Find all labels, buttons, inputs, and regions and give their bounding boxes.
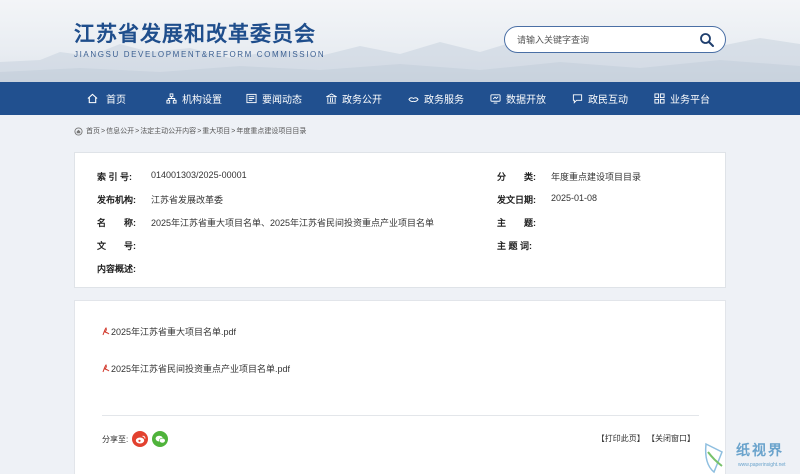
nav-item-platform[interactable]: 业务平台 [654, 82, 710, 115]
nav-label: 首页 [106, 95, 126, 106]
meta-issuer-value: 江苏省发展改革委 [151, 195, 224, 205]
nav-label: 业务平台 [670, 95, 710, 106]
meta-index-label: 索 引 号: [97, 172, 132, 182]
breadcrumb-item-info[interactable]: 信息公开 [106, 126, 134, 136]
breadcrumb-item-statutory[interactable]: 法定主动公开内容 [140, 126, 196, 136]
meta-issuer-label: 发布机构: [97, 195, 136, 205]
meta-name-value: 2025年江苏省重大项目名单、2025年江苏省民间投资重点产业项目名单 [151, 218, 435, 228]
share-bar: 分享至: [102, 431, 169, 447]
grid-icon [654, 93, 665, 104]
service-icon [408, 97, 419, 102]
nav-item-services[interactable]: 政务服务 [408, 82, 464, 115]
print-page-link[interactable]: 【打印此页】 [597, 434, 645, 443]
nav-item-open-data[interactable]: 数据开放 [490, 82, 546, 115]
meta-category-label: 分 类: [497, 172, 536, 182]
document-meta-panel: 索 引 号: 014001303/2025-00001 分 类: 年度重点建设项… [74, 152, 726, 288]
meta-keywords-row: 主 题 词: [497, 239, 551, 252]
meta-keywords-label: 主 题 词: [497, 241, 532, 251]
meta-summary-row: 内容概述: [97, 262, 151, 275]
meta-subject-row: 主 题: [497, 216, 551, 229]
meta-name-row: 名 称: 2025年江苏省重大项目名单、2025年江苏省民间投资重点产业项目名单 [97, 216, 434, 229]
meta-category-row: 分 类: 年度重点建设项目目录 [497, 170, 641, 183]
breadcrumb-item-projects[interactable]: 重大项目 [202, 126, 230, 136]
search-input[interactable] [517, 32, 687, 48]
meta-date-row: 发文日期: 2025-01-08 [497, 193, 597, 206]
news-icon [246, 93, 257, 104]
attachment-link[interactable]: 2025年江苏省民间投资重点产业项目名单.pdf [102, 362, 290, 375]
breadcrumb: 首页 > 信息公开 > 法定主动公开内容 > 重大项目 > 年度重点建设项目目录 [74, 126, 306, 136]
weibo-icon[interactable] [132, 431, 149, 447]
data-icon [490, 94, 501, 104]
pdf-icon [102, 327, 110, 336]
breadcrumb-item-current[interactable]: 年度重点建设项目目录 [236, 126, 306, 136]
meta-issuer-row: 发布机构: 江苏省发展改革委 [97, 193, 223, 206]
meta-name-label: 名 称: [97, 218, 136, 228]
site-subtitle: JIANGSU DEVELOPMENT&REFORM COMMISSION [74, 50, 326, 59]
site-title[interactable]: 江苏省发展和改革委员会 [74, 18, 316, 48]
nav-item-org[interactable]: 机构设置 [166, 82, 222, 115]
nav-label: 机构设置 [182, 95, 222, 106]
nav-label: 政务服务 [424, 95, 464, 106]
meta-subject-label: 主 题: [497, 218, 536, 228]
meta-docno-label: 文 号: [97, 241, 136, 251]
nav-item-news[interactable]: 要闻动态 [246, 82, 302, 115]
nav-label: 政务公开 [342, 95, 382, 106]
watermark-text: 纸视界 [736, 443, 784, 459]
home-icon [87, 93, 98, 104]
nav-label: 政民互动 [588, 95, 628, 106]
search-box [504, 26, 726, 53]
attachments-panel: 2025年江苏省重大项目名单.pdf 2025年江苏省民间投资重点产业项目名单.… [74, 300, 726, 474]
watermark-url: www.paperinsight.net [738, 462, 786, 468]
search-icon[interactable] [699, 32, 715, 48]
building-icon [326, 93, 337, 104]
page-actions: 【打印此页】 【关闭窗口】 [597, 433, 695, 444]
nav-item-interaction[interactable]: 政民互动 [572, 82, 628, 115]
pdf-icon [102, 364, 110, 373]
attachment-link[interactable]: 2025年江苏省重大项目名单.pdf [102, 325, 236, 338]
meta-date-label: 发文日期: [497, 195, 536, 205]
meta-date-value: 2025-01-08 [551, 193, 598, 203]
location-icon [74, 126, 83, 136]
meta-index-row: 索 引 号: 014001303/2025-00001 [97, 170, 247, 183]
meta-category-value: 年度重点建设项目目录 [551, 172, 642, 182]
attachment-name: 2025年江苏省民间投资重点产业项目名单.pdf [111, 364, 291, 374]
chat-icon [572, 94, 583, 104]
wechat-icon[interactable] [152, 431, 169, 447]
nav-item-home[interactable]: 首页 [87, 82, 126, 115]
meta-docno-row: 文 号: [97, 239, 151, 252]
nav-label: 数据开放 [506, 95, 546, 106]
nav-item-gov-affairs[interactable]: 政务公开 [326, 82, 382, 115]
breadcrumb-item-home[interactable]: 首页 [86, 126, 100, 136]
close-window-link[interactable]: 【关闭窗口】 [647, 434, 695, 443]
share-label: 分享至: [102, 434, 129, 444]
attachment-name: 2025年江苏省重大项目名单.pdf [111, 327, 237, 337]
meta-summary-label: 内容概述: [97, 264, 136, 274]
meta-index-value: 014001303/2025-00001 [151, 170, 247, 180]
site-header: 江苏省发展和改革委员会 JIANGSU DEVELOPMENT&REFORM C… [0, 0, 800, 82]
org-icon [166, 93, 177, 104]
divider [102, 415, 699, 416]
nav-label: 要闻动态 [262, 95, 302, 106]
main-nav: 首页 机构设置 要闻动态 政务公开 政务服务 数据开放 政民互动 业务平台 [0, 82, 800, 115]
